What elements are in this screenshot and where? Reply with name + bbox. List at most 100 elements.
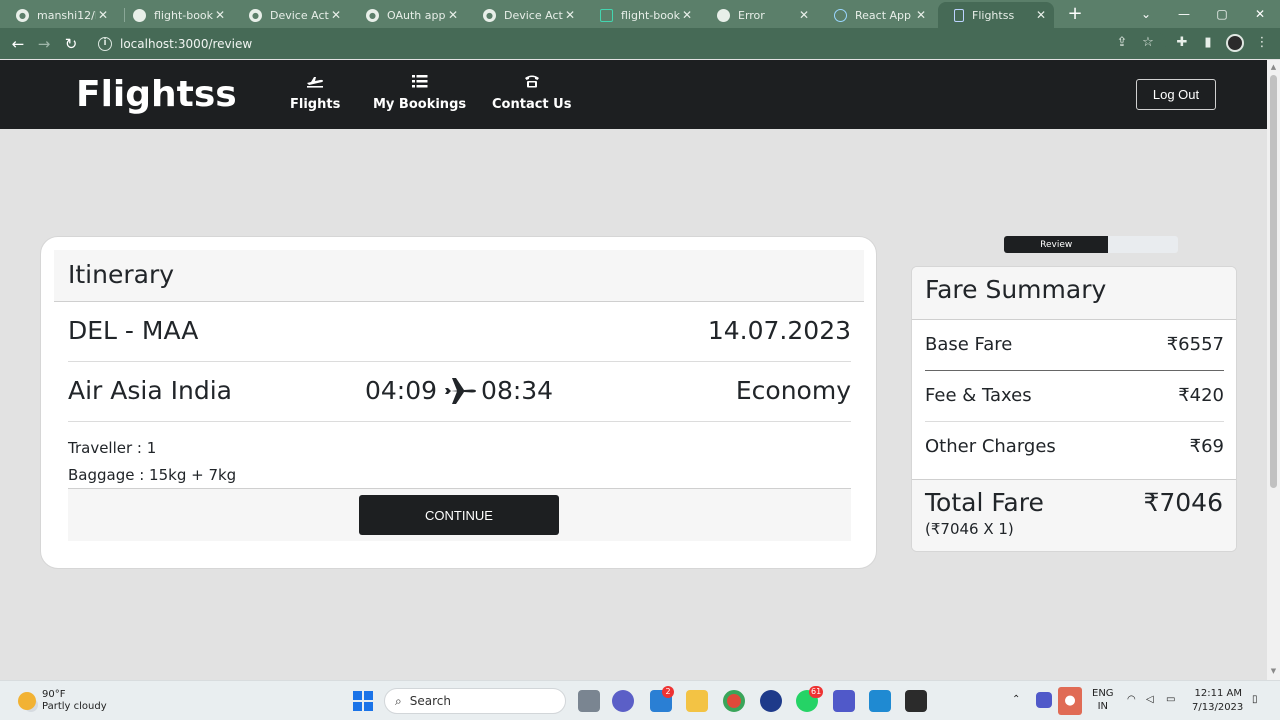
base-fare-label: Base Fare <box>925 334 1013 355</box>
language-indicator[interactable]: ENG IN <box>1092 687 1114 713</box>
route-row: DEL - MAA 14.07.2023 <box>68 302 851 362</box>
tab-title: flight-booking <box>154 8 213 22</box>
chrome-icon[interactable] <box>723 690 745 712</box>
browser-tab[interactable]: flight-booking ✕ <box>117 2 233 28</box>
close-window-icon[interactable]: ✕ <box>1250 4 1270 24</box>
react-icon <box>834 8 847 22</box>
bookmark-star-icon[interactable]: ☆ <box>1140 35 1156 51</box>
browser-tab[interactable]: Error ✕ <box>701 2 817 28</box>
reload-icon[interactable]: ↻ <box>60 33 82 55</box>
itinerary-footer: CONTINUE <box>68 488 851 541</box>
whatsapp-badge: 61 <box>809 686 824 698</box>
github-icon: ● <box>483 8 496 22</box>
profile-avatar[interactable] <box>1226 34 1244 52</box>
close-tab-icon[interactable]: ✕ <box>797 8 811 22</box>
task-view-icon[interactable] <box>578 690 600 712</box>
forward-icon[interactable]: → <box>33 33 55 55</box>
weather-widget[interactable]: 90°F Partly cloudy <box>18 689 107 713</box>
browser-tab-strip: ● manshi12/libr ✕ flight-booking ✕ ● Dev… <box>0 0 1280 28</box>
terminal-icon[interactable] <box>905 690 927 712</box>
plane-icon <box>954 8 964 22</box>
other-charges-value: ₹69 <box>1189 436 1224 457</box>
tab-search-icon[interactable]: ⌄ <box>1136 4 1156 24</box>
traveller-count: Traveller : 1 <box>68 439 157 457</box>
nav-flights[interactable]: Flights <box>290 74 340 112</box>
system-clock[interactable]: 12:11 AM 7/13/2023 <box>1192 687 1243 715</box>
side-panel-icon[interactable]: ▮ <box>1200 35 1216 51</box>
site-info-icon[interactable]: i <box>98 36 112 51</box>
globe-icon <box>133 8 146 22</box>
notifications-icon[interactable]: ▯ <box>1252 693 1258 706</box>
other-charges-row: Other Charges ₹69 <box>925 422 1224 473</box>
total-fare-breakdown: (₹7046 X 1) <box>925 520 1014 538</box>
teams-icon[interactable] <box>833 690 855 712</box>
scrollbar-thumb[interactable] <box>1270 75 1277 488</box>
maximize-icon[interactable]: ▢ <box>1212 4 1232 24</box>
github-icon: ● <box>366 8 379 22</box>
nav-contact-us[interactable]: Contact Us <box>492 74 571 112</box>
os-taskbar: 90°F Partly cloudy ⌕ Search 2 61 ⌃ ● ENG… <box>0 680 1280 720</box>
passenger-info: Traveller : 1 Baggage : 15kg + 7kg <box>68 435 236 489</box>
new-tab-button[interactable]: + <box>1066 5 1084 23</box>
chat-icon[interactable] <box>612 690 634 712</box>
app-store-icon[interactable] <box>760 690 782 712</box>
tab-title: Flightss <box>972 8 1015 22</box>
browser-menu-icon[interactable]: ⋮ <box>1254 35 1270 51</box>
battery-icon[interactable]: ▭ <box>1166 693 1175 706</box>
close-tab-icon[interactable]: ✕ <box>446 8 460 22</box>
close-tab-icon[interactable]: ✕ <box>96 8 110 22</box>
share-icon[interactable]: ⇪ <box>1114 35 1130 51</box>
close-tab-icon[interactable]: ✕ <box>563 8 577 22</box>
total-fare-label: Total Fare <box>925 488 1044 517</box>
tab-title: flight-booking <box>621 8 680 22</box>
vscode-icon[interactable] <box>869 690 891 712</box>
browser-tab[interactable]: ● Device Activati ✕ <box>233 2 349 28</box>
browser-toolbar: ← → ↻ i localhost:3000/review ⇪ ☆ ✚ ▮ ⋮ <box>0 28 1280 59</box>
browser-tab[interactable]: ● OAuth applica ✕ <box>350 2 466 28</box>
close-tab-icon[interactable]: ✕ <box>914 8 928 22</box>
fare-summary-header: Fare Summary <box>912 267 1236 320</box>
brand-logo[interactable]: Flightss <box>76 74 237 115</box>
teams-tray-icon[interactable] <box>1036 692 1052 708</box>
nav-label: Contact Us <box>492 97 572 112</box>
flight-row: Air Asia India 04:09 08:34 Economy <box>68 362 851 422</box>
travel-date: 14.07.2023 <box>707 316 851 345</box>
minimize-icon[interactable]: — <box>1174 4 1194 24</box>
itinerary-title: Itinerary <box>68 260 175 289</box>
nav-my-bookings[interactable]: My Bookings <box>373 74 466 112</box>
browser-tab[interactable]: React App ✕ <box>818 2 934 28</box>
github-icon: ● <box>16 8 29 22</box>
close-tab-icon[interactable]: ✕ <box>680 8 694 22</box>
show-hidden-icons[interactable]: ⌃ <box>1012 693 1020 706</box>
base-fare-row: Base Fare ₹6557 <box>925 320 1224 371</box>
windows-start-icon[interactable] <box>353 691 373 711</box>
fee-taxes-value: ₹420 <box>1178 385 1224 406</box>
close-tab-icon[interactable]: ✕ <box>329 8 343 22</box>
back-icon[interactable]: ← <box>7 33 29 55</box>
app-header: Flightss Flights My Bookings Contact Us … <box>0 60 1267 129</box>
partly-cloudy-icon <box>18 692 36 710</box>
browser-tab[interactable]: ● manshi12/libr ✕ <box>0 2 116 28</box>
itinerary-card: Itinerary DEL - MAA 14.07.2023 Air Asia … <box>40 236 877 569</box>
microphone-icon[interactable]: ● <box>1058 687 1082 715</box>
baggage-allowance: Baggage : 15kg + 7kg <box>68 466 237 484</box>
total-fare-value: ₹7046 <box>1143 488 1223 517</box>
volume-icon[interactable]: ◁ <box>1146 693 1154 706</box>
close-tab-icon[interactable]: ✕ <box>1034 8 1048 22</box>
continue-button[interactable]: CONTINUE <box>359 495 559 535</box>
taskbar-search[interactable]: ⌕ Search <box>384 688 566 714</box>
file-explorer-icon[interactable] <box>686 690 708 712</box>
list-icon <box>411 74 428 94</box>
flight-times: 04:09 08:34 <box>365 376 553 405</box>
page-scrollbar[interactable]: ▲ ▼ <box>1267 60 1280 680</box>
logout-button[interactable]: Log Out <box>1136 79 1216 110</box>
address-bar[interactable]: i localhost:3000/review <box>90 31 1166 56</box>
cabin-class: Economy <box>735 376 851 405</box>
browser-tab-active[interactable]: Flightss ✕ <box>938 2 1054 28</box>
close-tab-icon[interactable]: ✕ <box>213 8 227 22</box>
wifi-icon[interactable]: ◠ <box>1127 693 1136 706</box>
browser-tab[interactable]: ● Device Activati ✕ <box>467 2 583 28</box>
extensions-icon[interactable]: ✚ <box>1174 35 1190 51</box>
browser-tab[interactable]: flight-booking ✕ <box>584 2 700 28</box>
tab-title: React App <box>855 8 912 22</box>
